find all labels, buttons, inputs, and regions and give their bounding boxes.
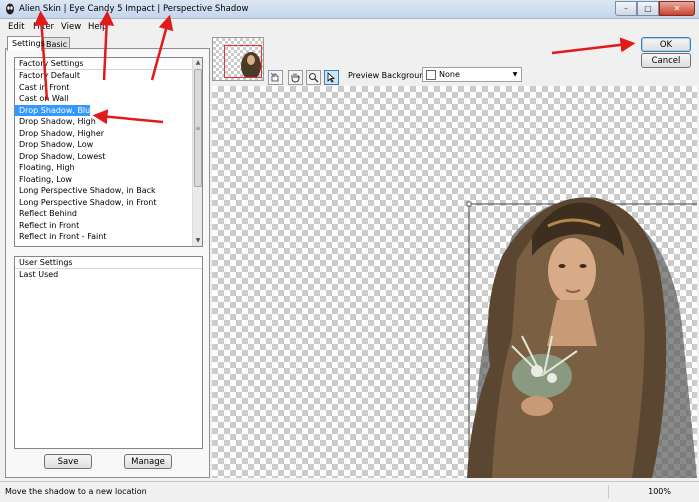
hand-icon[interactable] (288, 70, 303, 85)
user-settings-header: User Settings (15, 257, 202, 269)
title-bar: Alien Skin | Eye Candy 5 Impact | Perspe… (0, 0, 699, 19)
close-button[interactable]: ✕ (659, 1, 695, 16)
menu-edit[interactable]: Edit (8, 22, 24, 32)
list-item[interactable]: Floating, High (15, 162, 202, 174)
factory-list-scrollbar[interactable]: ▲ ≡ ▼ (192, 58, 202, 246)
scroll-up-icon[interactable]: ▲ (193, 58, 202, 68)
window-title: Alien Skin | Eye Candy 5 Impact | Perspe… (19, 4, 249, 14)
menu-bar: Edit Filter View Help (0, 19, 699, 35)
list-item[interactable]: Drop Shadow, Lowest (15, 151, 202, 163)
minimize-button[interactable]: – (615, 1, 637, 16)
list-item[interactable]: Factory Default (15, 70, 202, 82)
menu-help[interactable]: Help (88, 22, 107, 32)
list-item[interactable]: Cast on Wall (15, 93, 202, 105)
zoom-icon[interactable] (306, 70, 321, 85)
thumbnail-view-frame[interactable] (224, 45, 262, 78)
preview-background-value: None (439, 70, 460, 79)
save-button[interactable]: Save (44, 454, 92, 469)
scroll-thumb[interactable]: ≡ (194, 69, 202, 187)
list-item[interactable]: Cast in Front (15, 82, 202, 94)
chevron-down-icon[interactable]: ▼ (509, 68, 521, 81)
list-item[interactable]: Drop Shadow, Low (15, 139, 202, 151)
manage-button[interactable]: Manage (124, 454, 172, 469)
background-swatch-icon (426, 70, 436, 80)
list-item[interactable]: Long Perspective Shadow, in Back (15, 185, 202, 197)
factory-settings-list[interactable]: Factory Settings Factory Default Cast in… (14, 57, 203, 247)
cancel-button[interactable]: Cancel (641, 53, 691, 68)
list-item[interactable]: Floating, Low (15, 174, 202, 186)
list-item[interactable]: Reflect in Front - Faint (15, 231, 202, 243)
scroll-down-icon[interactable]: ▼ (193, 236, 202, 246)
user-settings-list[interactable]: User Settings Last Used (14, 256, 203, 449)
list-item[interactable]: Long Perspective Shadow, in Front (15, 197, 202, 209)
menu-view[interactable]: View (61, 22, 81, 32)
hand-cursor-icon[interactable] (268, 70, 283, 85)
list-item[interactable]: Last Used (15, 269, 202, 281)
preview-image (466, 197, 697, 478)
preview-background-label: Preview Background: (348, 71, 433, 80)
zoom-level: 100% (648, 487, 671, 496)
list-item[interactable]: Reflect Behind (15, 208, 202, 220)
status-bar: Move the shadow to a new location 100% (0, 481, 699, 502)
list-item-selected[interactable]: Drop Shadow, Blurry (15, 104, 101, 116)
preview-background-select[interactable]: None ▼ (422, 67, 522, 82)
maximize-button[interactable]: □ (637, 1, 659, 16)
list-item[interactable]: Drop Shadow, Higher (15, 128, 202, 140)
alien-skin-logo-icon (6, 3, 14, 15)
annotation-arrow (551, 37, 636, 55)
ok-button[interactable]: OK (641, 37, 691, 52)
tab-settings[interactable]: Settings (7, 36, 45, 51)
preview-canvas[interactable] (212, 86, 697, 478)
menu-filter[interactable]: Filter (33, 22, 54, 32)
list-item[interactable]: Drop Shadow, High (15, 116, 202, 128)
arrow-cursor-icon[interactable] (324, 70, 339, 85)
list-item[interactable]: Reflect in Front (15, 220, 202, 232)
factory-settings-header: Factory Settings (15, 58, 202, 70)
status-hint: Move the shadow to a new location (5, 487, 147, 496)
status-divider (608, 485, 609, 499)
